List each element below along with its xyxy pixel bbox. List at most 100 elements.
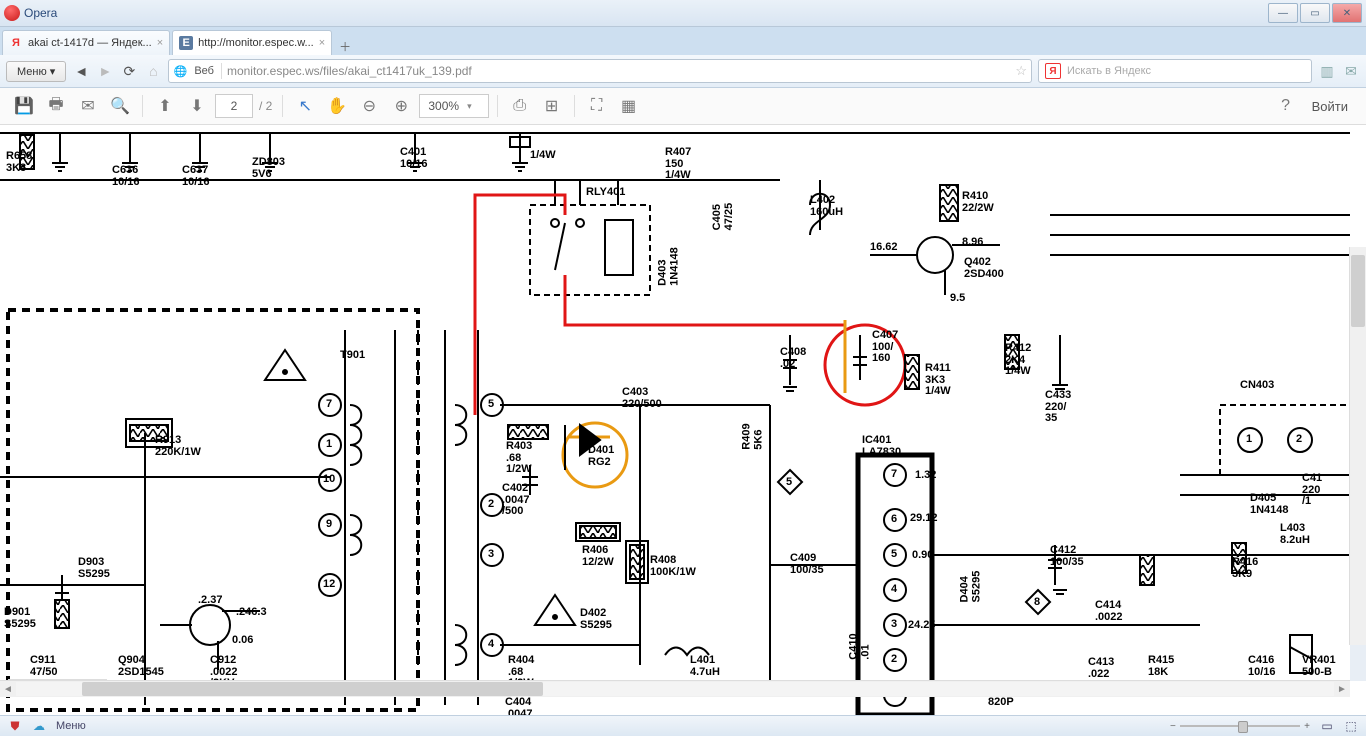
reload-button[interactable]: ⟳ (120, 62, 138, 80)
tab-yandex-search[interactable]: Я akai ct-1417d — Яндек... × (2, 30, 170, 55)
shield-icon[interactable]: ⛊ (8, 719, 22, 733)
page-total: / 2 (259, 99, 272, 113)
zoom-plus-icon[interactable]: + (1304, 721, 1310, 732)
window-close-button[interactable]: ✕ (1332, 3, 1362, 23)
hand-pan-button[interactable]: ✋ (323, 92, 351, 120)
separator (221, 63, 222, 79)
scroll-left-icon[interactable]: ◄ (0, 684, 16, 695)
label-C410: C410 .01 (849, 633, 872, 659)
pdf-content-viewport[interactable]: R658 3K3 C636 10/16 C637 10/16 ZD803 5V6… (0, 125, 1366, 717)
scroll-right-icon[interactable]: ► (1334, 684, 1350, 695)
tool-button-2[interactable]: ⊞ (538, 92, 566, 120)
web-label: Веб (192, 65, 216, 77)
probe-8: 8 (1034, 597, 1040, 609)
label-RLY401: RLY401 (586, 187, 625, 199)
panel-button[interactable]: ▥ (1318, 62, 1336, 80)
page-number-input[interactable] (215, 94, 253, 118)
label-C433: C433 220/ 35 (1045, 390, 1071, 425)
cn-pin-2: 2 (1296, 434, 1302, 446)
email-button[interactable]: ✉ (74, 92, 102, 120)
zoom-slider-thumb[interactable] (1238, 721, 1248, 733)
yandex-logo-icon: Я (1045, 63, 1061, 79)
ic-pin-7: 7 (891, 469, 897, 481)
tab-strip: Я akai ct-1417d — Яндек... × E http://mo… (0, 27, 1366, 55)
label-C401: C401 10/16 (400, 147, 428, 170)
tab-monitor-espec[interactable]: E http://monitor.espec.w... × (172, 30, 332, 55)
address-bar[interactable]: 🌐 Веб monitor.espec.ws/files/akai_ct1417… (168, 59, 1032, 83)
site-icon: E (179, 36, 193, 50)
help-button[interactable]: ? (1272, 92, 1300, 120)
label-2912: 29.12 (910, 513, 938, 525)
label-D402: D402 S5295 (580, 608, 612, 631)
label-C403: C403 220/500 (622, 387, 662, 410)
page-up-button[interactable]: ⬆ (151, 92, 179, 120)
label-896: 8.96 (962, 237, 983, 249)
print-button[interactable]: 🖶 (42, 92, 70, 120)
back-button[interactable]: ◄ (72, 62, 90, 80)
close-tab-icon[interactable]: × (319, 37, 325, 49)
horizontal-scrollbar[interactable]: ◄ ► (0, 680, 1350, 697)
close-tab-icon[interactable]: × (157, 37, 163, 49)
label-24631: .246.3 (236, 607, 267, 619)
label-D404: D404 S5295 (959, 571, 982, 603)
ic-pin-5: 5 (891, 549, 897, 561)
fit-page-icon[interactable]: ⬚ (1344, 719, 1358, 733)
label-R407: R407 150 1/4W (665, 147, 691, 182)
v-scroll-thumb[interactable] (1351, 255, 1365, 327)
save-button[interactable]: 💾 (10, 92, 38, 120)
zoom-in-button[interactable]: ⊕ (387, 92, 415, 120)
search-bar[interactable]: Я Искать в Яндекс (1038, 59, 1312, 83)
home-button[interactable]: ⌂ (144, 62, 162, 80)
ic-pin-3: 3 (891, 619, 897, 631)
label-C636: C636 10/16 (112, 165, 140, 188)
label-VR401: VR401 500-B (1302, 655, 1336, 678)
label-D903: D903 S5295 (78, 557, 110, 580)
label-C407: C407 100/ 160 (872, 330, 898, 365)
schematic-diagram: R658 3K3 C636 10/16 C637 10/16 ZD803 5V6… (0, 125, 1350, 717)
pin-2: 2 (488, 499, 494, 511)
label-95: 9.5 (950, 293, 965, 305)
tab-label: akai ct-1417d — Яндек... (28, 37, 152, 49)
label-R412: R412 2K4 1/4W (1005, 343, 1031, 378)
zoom-select[interactable]: 300% (419, 94, 488, 118)
bookmark-star-icon[interactable]: ☆ (1015, 63, 1027, 79)
pdf-toolbar: 💾 🖶 ✉ 🔍 ⬆ ⬇ / 2 ↖ ✋ ⊖ ⊕ 300% ⎙ ⊞ ⛶ ▦ ? В… (0, 88, 1366, 125)
tool-button-1[interactable]: ⎙ (506, 92, 534, 120)
pin-9: 9 (326, 519, 332, 531)
label-IC401: IC401 LA7830 (862, 435, 901, 458)
cursor-select-button[interactable]: ↖ (291, 92, 319, 120)
cloud-icon[interactable]: ☁ (32, 719, 46, 733)
label-R411: R411 3K3 1/4W (925, 363, 951, 398)
zoom-out-button[interactable]: ⊖ (355, 92, 383, 120)
window-maximize-button[interactable]: ▭ (1300, 3, 1330, 23)
status-menu[interactable]: Меню (56, 720, 86, 732)
tool-button-3[interactable]: ▦ (615, 92, 643, 120)
label-D403: D403 1N4148 (658, 247, 681, 286)
label-D901: D901 S5295 (4, 607, 36, 630)
vertical-scrollbar[interactable] (1349, 247, 1366, 645)
h-scroll-thumb[interactable] (82, 682, 543, 696)
zoom-minus-icon[interactable]: − (1170, 721, 1176, 732)
page-down-button[interactable]: ⬇ (183, 92, 211, 120)
label-R408: R408 100K/1W (650, 555, 696, 578)
label-090: 0.90 (912, 550, 933, 562)
probe-5: 5 (786, 477, 792, 489)
label-1662: 16.62 (870, 242, 898, 254)
find-button[interactable]: 🔍 (106, 92, 134, 120)
window-minimize-button[interactable]: — (1268, 3, 1298, 23)
window-title: Opera (24, 6, 1268, 20)
signin-link[interactable]: Войти (1304, 99, 1356, 114)
opera-menu-button[interactable]: Меню ▾ (6, 61, 66, 82)
forward-button[interactable]: ► (96, 62, 114, 80)
fullscreen-button[interactable]: ⛶ (583, 92, 611, 120)
label-R409: R409 5K6 (742, 423, 765, 449)
label-T901: T901 (340, 350, 365, 362)
yandex-icon: Я (9, 36, 23, 50)
mail-button[interactable]: ✉ (1342, 62, 1360, 80)
label-ZD803: ZD803 5V6 (252, 157, 285, 180)
fit-width-icon[interactable]: ▭ (1320, 719, 1334, 733)
label-237: .2.37 (198, 595, 222, 607)
label-C413: C413 .022 (1088, 657, 1114, 680)
new-tab-button[interactable]: ＋ (334, 37, 356, 55)
pin-5: 5 (488, 399, 494, 411)
